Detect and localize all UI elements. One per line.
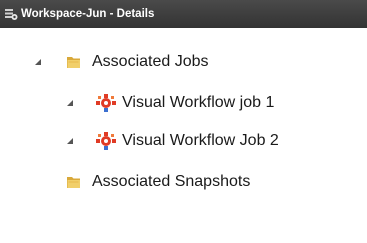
folder-icon <box>67 177 80 188</box>
tree-node-label: Associated Jobs <box>92 53 209 70</box>
panel-title: Workspace-Jun - Details <box>21 8 155 20</box>
expand-toggle-icon[interactable] <box>65 136 75 146</box>
tree-node-workflow-job-1[interactable]: Visual Workflow job 1 <box>0 91 367 115</box>
expand-toggle-icon[interactable] <box>33 57 43 67</box>
panel-header: Workspace-Jun - Details <box>0 0 367 28</box>
workflow-job-icon <box>96 94 116 112</box>
workflow-job-icon <box>96 132 116 150</box>
tree-node-associated-snapshots[interactable]: Associated Snapshots <box>0 170 367 194</box>
tree-node-label: Visual Workflow Job 2 <box>122 132 279 149</box>
workspace-icon <box>5 9 18 20</box>
tree-node-associated-jobs[interactable]: Associated Jobs <box>0 50 367 74</box>
tree-node-label: Associated Snapshots <box>92 173 251 190</box>
expand-toggle-icon[interactable] <box>65 98 75 108</box>
folder-icon <box>67 57 80 68</box>
tree-node-workflow-job-2[interactable]: Visual Workflow Job 2 <box>0 129 367 153</box>
details-panel: Workspace-Jun - Details Associated Jobs … <box>0 0 367 243</box>
tree-node-label: Visual Workflow job 1 <box>122 94 275 111</box>
